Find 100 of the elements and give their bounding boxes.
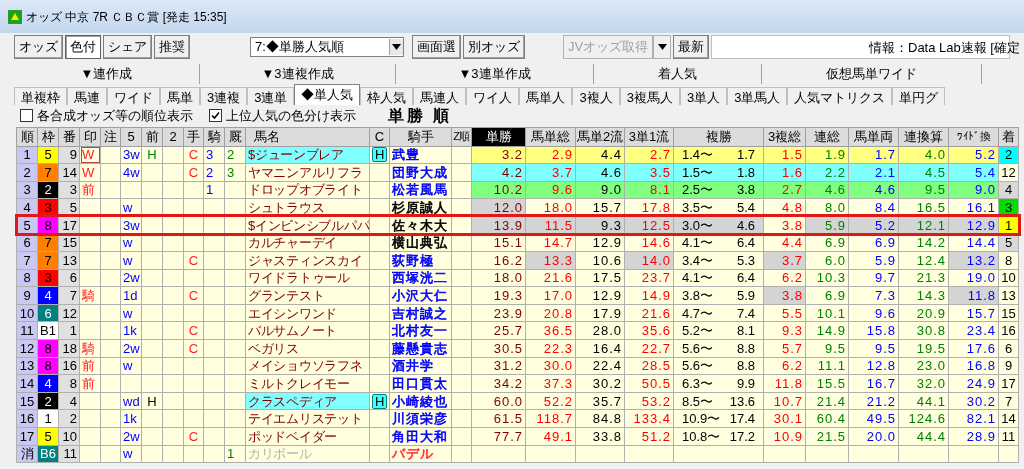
jockey-name: 佐々木大 — [392, 217, 448, 233]
table-cell — [141, 269, 163, 287]
table-cell: 5.9 — [805, 216, 849, 234]
toolbar-button[interactable]: シェア — [103, 35, 152, 59]
table-cell — [162, 304, 184, 322]
tab[interactable]: 単円グ — [892, 86, 946, 105]
tab[interactable]: ◆単人気 — [294, 83, 361, 105]
table-cell: wd — [120, 392, 142, 410]
table-cell — [203, 374, 225, 393]
jockey-name: 団野大成 — [392, 164, 448, 180]
tab[interactable]: 3連単 — [247, 86, 295, 105]
table-cell — [100, 251, 121, 270]
column-header[interactable]: 番 — [58, 127, 80, 146]
column-header[interactable]: 馬単2流 — [575, 127, 625, 146]
table-cell — [183, 233, 204, 252]
table-cell — [183, 445, 204, 463]
table-cell: 2w — [120, 339, 142, 358]
tab[interactable]: 単複枠 — [14, 86, 67, 105]
table-cell: C — [183, 427, 204, 446]
tab-group-label: ▼3連複作成 — [261, 65, 334, 83]
tab[interactable]: 3複馬人 — [619, 86, 680, 105]
table-cell — [162, 339, 184, 358]
column-header[interactable]: 3単1流 — [624, 127, 674, 146]
tab[interactable]: 枠人気 — [360, 86, 414, 105]
toolbar-button[interactable]: オッズ — [14, 35, 63, 59]
table-cell: 3w — [120, 216, 142, 234]
table-cell: 11.5 — [525, 216, 576, 234]
table-cell — [100, 233, 121, 252]
tab[interactable]: 3単馬人 — [727, 86, 788, 105]
table-cell — [162, 181, 184, 199]
table-cell — [162, 233, 184, 252]
column-header[interactable]: 前 — [141, 127, 163, 146]
column-header[interactable]: 3複総 — [763, 127, 806, 146]
table-cell: w — [120, 251, 142, 270]
toolbar-button[interactable]: 別オッズ — [463, 35, 525, 59]
horse-name-cell: カリボール — [245, 445, 370, 463]
tab[interactable]: 馬単 — [160, 86, 200, 105]
tab[interactable]: 馬単人 — [519, 86, 573, 105]
tab[interactable]: 馬連人 — [413, 86, 467, 105]
column-header[interactable]: 馬単両 — [848, 127, 899, 146]
tab-group-label: 仮想馬単ワイド — [826, 65, 917, 83]
column-header[interactable]: 5 — [120, 127, 142, 146]
table-cell — [141, 304, 163, 322]
column-header[interactable]: 連総 — [805, 127, 849, 146]
table-cell: w — [120, 233, 142, 252]
column-header[interactable]: 複勝 — [673, 127, 764, 146]
column-header[interactable]: 2 — [162, 127, 184, 146]
table-cell — [141, 251, 163, 270]
column-header[interactable]: 単勝 — [471, 127, 526, 146]
table-cell: 12.9 — [948, 216, 999, 234]
tab[interactable]: 馬連 — [67, 86, 107, 105]
table-cell — [224, 392, 246, 410]
table-cell — [203, 269, 225, 287]
horse-name-cell: ベガリス — [245, 339, 370, 358]
checkbox-label: 上位人気の色分け表示 — [226, 106, 356, 125]
column-header[interactable]: 厩 — [224, 127, 246, 146]
table-cell: w — [120, 357, 142, 375]
dropdown-button[interactable] — [653, 35, 672, 59]
table-cell — [100, 445, 121, 463]
column-header[interactable]: 馬名 — [245, 127, 370, 146]
table-cell — [224, 286, 246, 305]
toolbar-button[interactable]: 画面選 — [412, 35, 461, 59]
table-cell — [183, 374, 204, 393]
column-header[interactable]: 枠 — [37, 127, 59, 146]
tab[interactable]: 3複人 — [572, 86, 620, 105]
table-cell: 13.9 — [471, 216, 526, 234]
h-badge: H — [372, 393, 388, 409]
checkbox[interactable] — [20, 109, 33, 122]
column-header[interactable]: 騎 — [203, 127, 225, 146]
checkbox[interactable] — [209, 109, 222, 122]
column-header[interactable]: ﾜｲﾄﾞ換 — [948, 127, 999, 146]
column-header[interactable]: 馬単総 — [525, 127, 576, 146]
column-header[interactable]: 連換算 — [898, 127, 949, 146]
app-icon — [8, 9, 22, 24]
tab[interactable]: ワイ人 — [466, 86, 520, 105]
table-title: 単勝 順 — [388, 105, 453, 126]
sort-select[interactable]: 7:◆単勝人気順 — [250, 37, 404, 57]
table-cell — [183, 357, 204, 375]
toolbar-button[interactable]: 推奨 — [154, 35, 190, 59]
tab[interactable]: 人気マトリクス — [787, 86, 893, 105]
table-cell: C — [183, 251, 204, 270]
column-header[interactable]: 騎手 — [389, 127, 452, 146]
horse-name-cell: ワイドラトゥール — [245, 269, 370, 287]
mark-cell: 前 — [79, 181, 101, 199]
column-header[interactable]: 印 — [79, 127, 101, 146]
table-cell: H — [141, 146, 163, 164]
mark-cell: W — [79, 146, 101, 164]
jockey-name: 小沢大仁 — [392, 288, 448, 304]
table-cell — [162, 163, 184, 182]
tab[interactable]: 3連複 — [200, 86, 248, 105]
tab[interactable]: 3単人 — [679, 86, 728, 105]
table-cell — [224, 233, 246, 252]
table-cell: 9.3 — [575, 216, 625, 234]
tab[interactable]: ワイド — [107, 86, 160, 105]
jockey-name: 吉村誠之 — [392, 305, 448, 321]
toolbar-button[interactable]: 最新 — [673, 35, 710, 59]
column-header[interactable]: 順 — [16, 127, 38, 146]
toolbar-button[interactable]: 色付 — [65, 35, 101, 59]
horse-name-cell: ドロップオブライト — [245, 181, 370, 199]
finish-cell: 1 — [998, 216, 1019, 234]
